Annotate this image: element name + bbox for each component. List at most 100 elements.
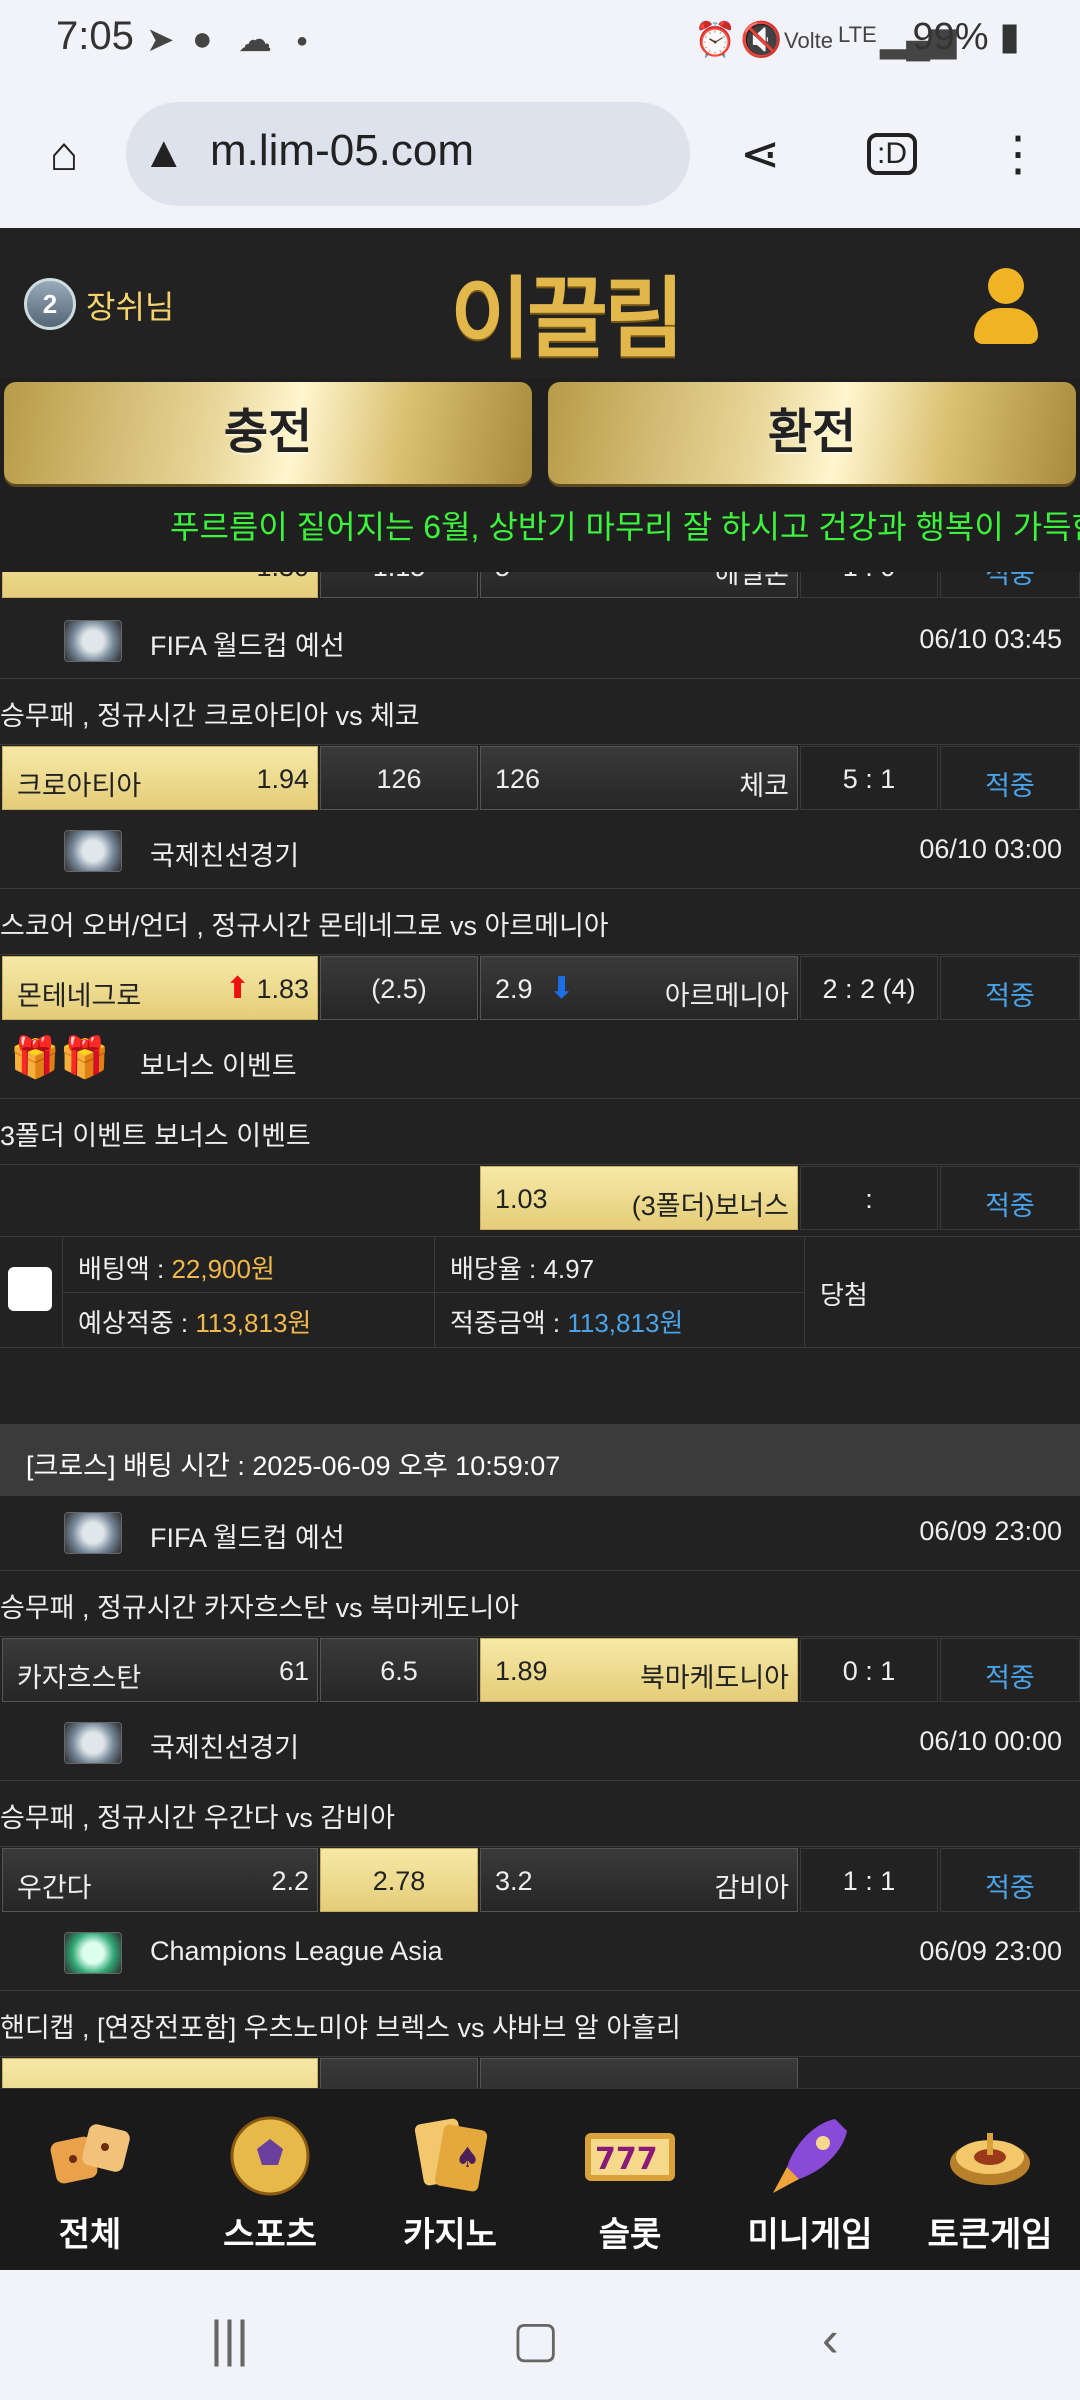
username[interactable]: 장쉬님	[86, 282, 174, 328]
home-odds-cell[interactable]: 1.30	[2, 572, 318, 598]
score-cell: :	[800, 1166, 938, 1230]
expected-win: 예상적중 : 113,813원	[78, 1308, 312, 1338]
market-row: 스코어 오버/언더 , 정규시간 몬테네그로 vs 아르메니아	[0, 888, 1080, 955]
nav-minigame[interactable]: 미니게임	[720, 2089, 900, 2271]
league-name: 국제친선경기	[150, 1733, 300, 1763]
tab-switcher-icon[interactable]: :D	[852, 114, 932, 194]
market-row: 승무패 , 정규시간 크로아티아 vs 체코	[0, 678, 1080, 745]
cards-icon: ♠	[414, 2118, 488, 2192]
mid-cell[interactable]: 6.5	[320, 1638, 478, 1702]
market-text: 승무패 , 정규시간 크로아티아 vs 체코	[0, 701, 420, 731]
mid-cell[interactable]: 2.78	[320, 1848, 478, 1912]
share-icon[interactable]: ⋖	[720, 114, 800, 194]
away-odds-cell[interactable]: 3.2 감비아	[480, 1848, 798, 1912]
result-cell: 적중	[940, 572, 1080, 598]
alarm-icon: ⏰	[694, 21, 737, 59]
exchange-button[interactable]: 환전	[548, 382, 1076, 484]
recent-apps-icon[interactable]: |||	[210, 2310, 249, 2368]
svg-text:777: 777	[595, 2142, 658, 2177]
bet-row: 1.03 (3폴더)보너스 : 적중	[0, 1164, 1080, 1234]
bet-row-partial	[0, 2056, 1080, 2088]
result-cell: 적중	[940, 956, 1080, 1020]
nav-all[interactable]: 전체	[0, 2089, 180, 2271]
telegram-icon: ➤	[146, 21, 175, 59]
score-cell: 1 : 1	[800, 1848, 938, 1912]
result-cell: 적중	[940, 746, 1080, 810]
market-row: 핸디캡 , [연장전포함] 우츠노미야 브렉스 vs 샤바브 알 아흘리	[0, 1990, 1080, 2057]
away-odds-cell[interactable]: 126 체코	[480, 746, 798, 810]
more-menu-icon[interactable]: ⋮	[978, 114, 1058, 194]
cross-bet-header: [크로스] 배팅 시간 : 2025-06-09 오후 10:59:07	[0, 1424, 1080, 1496]
away-odds-cell[interactable]: 1.89 북마케도니아	[480, 1638, 798, 1702]
bet-row: 몬테네그로 ⬆ 1.83 (2.5) 2.9 ⬇ 아르메니아 2 : 2 (4) 적중	[0, 954, 1080, 1024]
rocket-icon	[773, 2119, 847, 2193]
league-flag-icon	[64, 1722, 122, 1764]
home-button-icon[interactable]: ▢	[512, 2310, 559, 2368]
dice-icon	[50, 2124, 130, 2184]
league-flag-icon	[64, 620, 122, 662]
dot-icon: ●	[296, 30, 309, 52]
lte-icon: LTE	[838, 22, 877, 47]
bet-row: 1.30 1.15 5헤일론 1 : 0 적중	[0, 572, 1080, 602]
volte-icon: Volte	[784, 28, 833, 53]
market-text: 핸디캡 , [연장전포함] 우츠노미야 브렉스 vs 샤바브 알 아흘리	[0, 2013, 681, 2043]
result-cell: 적중	[940, 1166, 1080, 1230]
market-row: 승무패 , 정규시간 우간다 vs 감비아	[0, 1780, 1080, 1847]
league-name: Champions League Asia	[150, 1936, 443, 1966]
user-profile-icon[interactable]	[970, 268, 1042, 348]
home-odds-cell[interactable]: 카자흐스탄 61	[2, 1638, 318, 1702]
bet-history-list[interactable]: 1.30 1.15 5헤일론 1 : 0 적중 FIFA 월드컵 예선 06/1…	[0, 572, 1080, 2088]
url-text[interactable]: m.lim-05.com	[210, 126, 474, 176]
bet-time: [크로스] 배팅 시간 : 2025-06-09 오후 10:59:07	[26, 1451, 561, 1481]
home-icon[interactable]: ⌂	[24, 114, 104, 194]
league-flag-icon	[64, 1932, 122, 1974]
back-icon[interactable]: ‹	[822, 2310, 839, 2368]
mid-cell[interactable]: 1.15	[320, 572, 478, 598]
nav-token-game[interactable]: 토큰게임	[900, 2089, 1080, 2271]
away-odds-cell[interactable]	[480, 2058, 798, 2088]
league-row: 국제친선경기 06/10 03:00	[0, 814, 1080, 889]
select-checkbox[interactable]	[8, 1267, 52, 1311]
battery-level: 99% ▮	[912, 16, 1020, 58]
home-odds-cell[interactable]: 크로아티아 1.94	[2, 746, 318, 810]
browser-toolbar: ⌂ ▲ m.lim-05.com ⋖ :D ⋮	[0, 80, 1080, 228]
match-date: 06/10 03:45	[919, 624, 1062, 654]
away-odds-cell[interactable]: 1.03 (3폴더)보너스	[480, 1166, 798, 1230]
away-odds-cell[interactable]: 2.9 ⬇ 아르메니아	[480, 956, 798, 1020]
mid-cell[interactable]	[320, 2058, 478, 2088]
result-cell: 적중	[940, 1638, 1080, 1702]
home-odds-cell[interactable]: 몬테네그로 ⬆ 1.83	[2, 956, 318, 1020]
notice-marquee: 푸르름이 짙어지는 6월, 상반기 마무리 잘 하시고 건강과 행복이 가득한	[0, 496, 1080, 552]
home-odds-cell[interactable]	[2, 2058, 318, 2088]
cloud-icon: ☁	[238, 21, 272, 59]
nav-sports[interactable]: 스포츠	[180, 2089, 360, 2271]
svg-text:♠: ♠	[455, 2141, 480, 2174]
slot-777-icon: 777	[585, 2133, 675, 2181]
home-odds-cell[interactable]: 우간다 2.2	[2, 1848, 318, 1912]
win-amount: 적중금액 : 113,813원	[450, 1308, 684, 1338]
nav-casino[interactable]: ♠ 카지노	[360, 2089, 540, 2271]
league-name: FIFA 월드컵 예선	[150, 1523, 345, 1553]
bottom-nav: 전체 스포츠 ♠ 카지노 777 슬롯 미니게임 토큰게임	[0, 2088, 1080, 2271]
status-badge: 당첨	[820, 1280, 868, 1310]
messenger-icon: ●	[192, 20, 213, 58]
away-odds-cell[interactable]: 5헤일론	[480, 572, 798, 598]
league-row: FIFA 월드컵 예선 06/10 03:45	[0, 604, 1080, 679]
status-time: 7:05	[56, 14, 134, 58]
score-cell: 2 : 2 (4)	[800, 956, 938, 1020]
charge-button[interactable]: 충전	[4, 382, 532, 484]
site-logo[interactable]: 이끌림	[450, 248, 685, 375]
battery-icon: ▮	[999, 16, 1020, 58]
mid-cell[interactable]: (2.5)	[320, 956, 478, 1020]
odds-total: 배당율 : 4.97	[450, 1254, 595, 1284]
league-row: 국제친선경기 06/10 00:00	[0, 1706, 1080, 1781]
nav-slot[interactable]: 777 슬롯	[540, 2089, 720, 2271]
league-name: 보너스 이벤트	[140, 1051, 297, 1081]
site-header: 2 장쉬님 이끌림	[0, 228, 1080, 378]
score-cell: 0 : 1	[800, 1638, 938, 1702]
league-row: Champions League Asia 06/09 23:00	[0, 1916, 1080, 1991]
warning-icon[interactable]: ▲	[142, 128, 186, 178]
mid-cell[interactable]: 126	[320, 746, 478, 810]
match-date: 06/10 03:00	[919, 834, 1062, 864]
market-text: 3폴더 이벤트 보너스 이벤트	[0, 1121, 311, 1151]
